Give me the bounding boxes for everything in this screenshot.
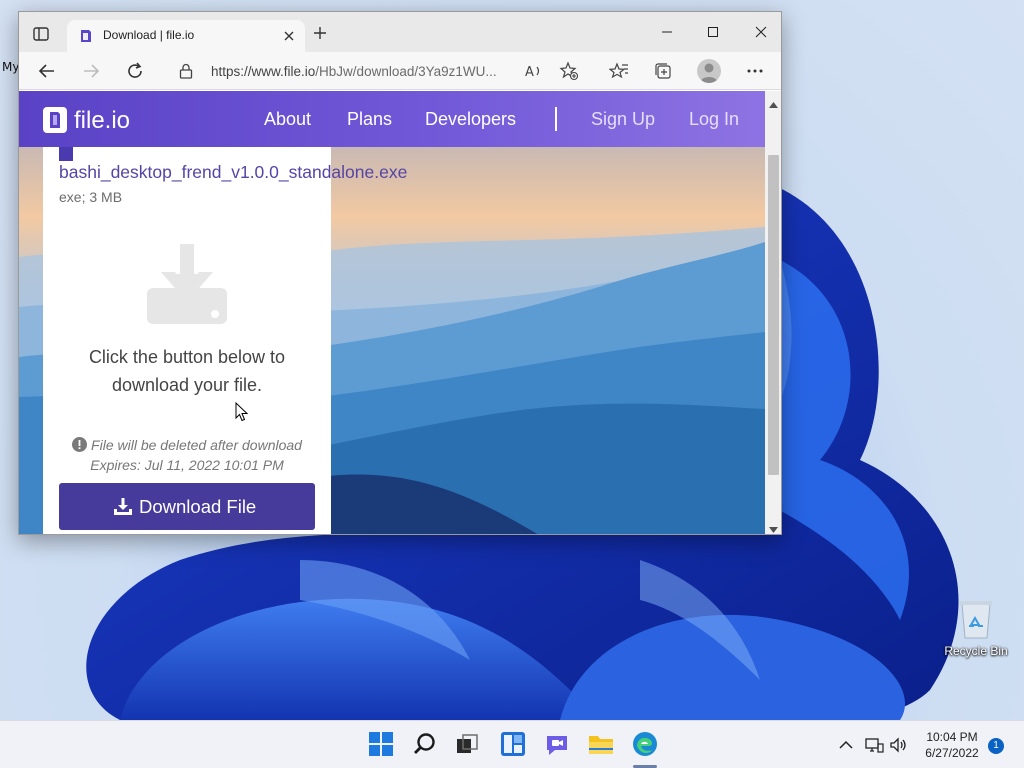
scroll-up-icon[interactable] (769, 96, 778, 108)
nav-divider (555, 107, 557, 131)
minimize-icon[interactable] (657, 22, 677, 42)
file-type-icon (59, 147, 73, 161)
chevron-up-icon[interactable] (836, 735, 856, 755)
url-text: https://www.file.io/HbJw/download/3Ya9z1… (211, 64, 497, 79)
fileio-logo-icon (43, 107, 67, 133)
forward-icon[interactable] (81, 61, 101, 81)
warning-icon (72, 437, 88, 452)
tab-title: Download | file.io (103, 28, 195, 42)
close-icon[interactable] (283, 29, 295, 41)
url-path: /HbJw/download/3Ya9z1WU... (315, 64, 497, 79)
brand-name: file.io (74, 107, 131, 134)
chat-icon[interactable] (544, 731, 570, 757)
add-favorite-icon[interactable] (559, 61, 579, 81)
start-icon[interactable] (368, 731, 394, 757)
download-file-button[interactable]: Download File (59, 483, 315, 530)
expires-text: Expires: Jul 11, 2022 10:01 PM (90, 457, 284, 473)
new-tab-icon[interactable] (313, 26, 327, 40)
url-domain: https://www.file.io (211, 64, 316, 79)
clock-date: 6/27/2022 (925, 746, 979, 760)
recycle-bin[interactable]: Recycle Bin (938, 598, 1014, 658)
nav-developers[interactable]: Developers (425, 109, 516, 130)
recycle-bin-icon (957, 598, 995, 640)
volume-icon[interactable] (888, 735, 908, 755)
fileio-favicon-icon (79, 29, 93, 43)
read-aloud-icon[interactable]: A (523, 61, 543, 81)
network-icon[interactable] (864, 735, 884, 755)
scroll-down-icon[interactable] (769, 521, 778, 533)
collections-icon[interactable] (653, 61, 673, 81)
file-meta: exe; 3 MB (59, 189, 123, 205)
nav-about[interactable]: About (264, 109, 311, 130)
delete-notice-text: File will be deleted after download (91, 437, 302, 453)
nav-log-in[interactable]: Log In (689, 109, 739, 130)
file-explorer-icon[interactable] (588, 731, 614, 757)
window-close-icon[interactable] (751, 22, 771, 42)
download-icon (114, 498, 132, 515)
download-notice: File will be deleted after download Expi… (59, 435, 315, 475)
download-illustration-icon (147, 244, 227, 326)
clock-time: 10:04 PM (926, 730, 978, 744)
title-bar: Download | file.io (19, 12, 781, 52)
lock-icon[interactable] (179, 63, 193, 79)
scrollbar-thumb[interactable] (768, 155, 779, 475)
nav-plans[interactable]: Plans (347, 109, 392, 130)
notification-badge[interactable]: 1 (988, 738, 1004, 754)
svg-text:A: A (525, 65, 534, 80)
system-clock[interactable]: 10:04 PM 6/27/2022 (916, 729, 988, 761)
browser-tab[interactable]: Download | file.io (67, 20, 305, 52)
task-view-icon[interactable] (454, 731, 480, 757)
mouse-cursor-icon (235, 401, 249, 422)
tab-actions-icon[interactable] (31, 24, 51, 44)
delete-notice: File will be deleted after download (59, 435, 315, 455)
search-icon[interactable] (412, 731, 438, 757)
edge-icon[interactable] (632, 731, 658, 757)
recycle-bin-label: Recycle Bin (944, 644, 1008, 658)
file-name: bashi_desktop_frend_v1.0.0_standalone.ex… (59, 162, 408, 182)
refresh-icon[interactable] (125, 61, 145, 81)
widgets-icon[interactable] (500, 731, 526, 757)
profile-icon[interactable] (697, 59, 721, 83)
download-file-label: Download File (139, 496, 257, 517)
maximize-icon[interactable] (703, 22, 723, 42)
download-prompt: Click the button below to download your … (88, 347, 286, 395)
page-viewport: file.io About Plans Developers Sign Up L… (19, 91, 765, 534)
back-icon[interactable] (37, 61, 57, 81)
desktop-icon-label[interactable]: My (2, 60, 19, 74)
page-scrollbar[interactable] (765, 91, 781, 534)
nav-sign-up[interactable]: Sign Up (591, 109, 655, 130)
browser-window: Download | file.io https://www.file.io/H… (18, 11, 782, 535)
favorites-icon[interactable] (608, 61, 629, 81)
more-icon[interactable] (745, 61, 765, 81)
site-navbar: file.io About Plans Developers Sign Up L… (19, 91, 765, 147)
taskbar: 10:04 PM 6/27/2022 1 (0, 720, 1024, 768)
download-card: bashi_desktop_frend_v1.0.0_standalone.ex… (43, 147, 407, 534)
browser-toolbar: https://www.file.io/HbJw/download/3Ya9z1… (19, 52, 781, 90)
